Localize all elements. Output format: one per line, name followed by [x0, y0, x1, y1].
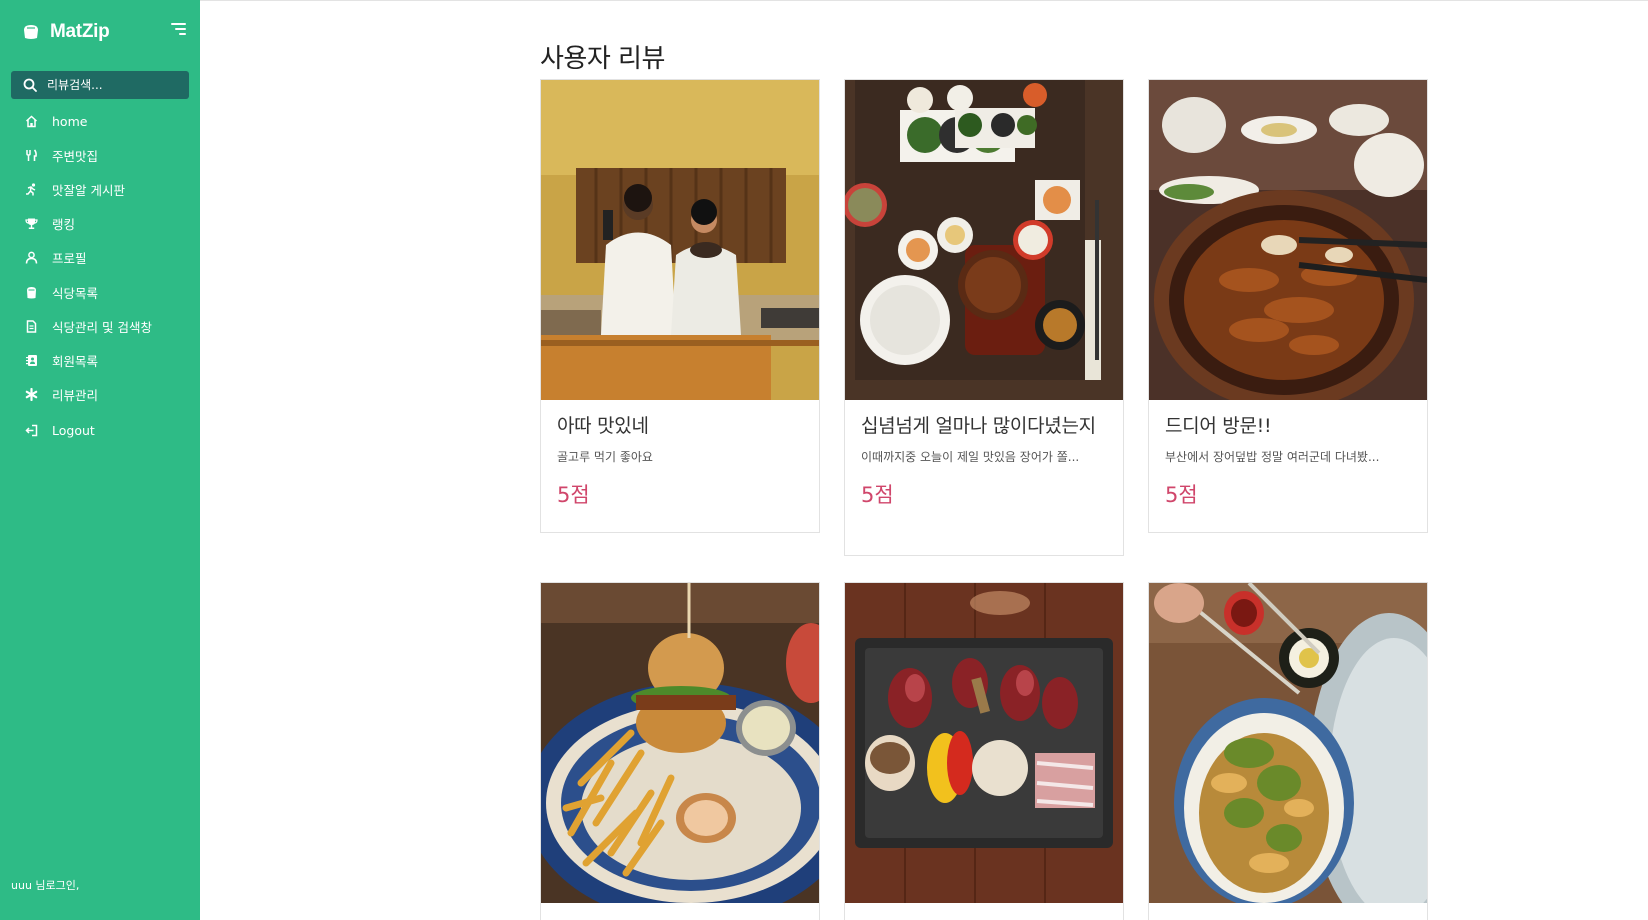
- review-card[interactable]: 드디어 방문!! 부산에서 장어덮밥 정말 여러군데 다녀봤... 5점: [1148, 79, 1428, 533]
- review-card[interactable]: 십념넘게 얼마나 많이다녔는지 이때까지중 오늘이 제일 맛있음 장어가 쫄..…: [844, 79, 1124, 556]
- review-score: 5점: [557, 483, 590, 507]
- sidebar-item-nearby[interactable]: 주변맛집: [0, 138, 200, 172]
- sidebar-item-restaurant-admin[interactable]: 식당관리 및 검색창: [0, 309, 200, 343]
- review-photo: [1149, 583, 1427, 903]
- review-score: 5점: [861, 483, 894, 507]
- address-book-icon: [24, 353, 38, 367]
- sidebar-item-label: Logout: [52, 423, 95, 439]
- sidebar-item-label: 식당관리 및 검색창: [52, 319, 152, 335]
- sidebar-item-profile[interactable]: 프로필: [0, 241, 200, 275]
- review-photo: [541, 583, 819, 903]
- review-description: 이때까지중 오늘이 제일 맛있음 장어가 쫄...: [861, 450, 1080, 464]
- sidebar-item-label: 리뷰관리: [52, 388, 99, 404]
- review-title: 드디어 방문!!: [1165, 415, 1272, 437]
- page-title: 사용자 리뷰: [540, 44, 665, 74]
- brand[interactable]: MatZip: [22, 18, 110, 46]
- search-input[interactable]: [47, 78, 177, 92]
- review-photo: [845, 80, 1123, 400]
- home-icon: [24, 114, 38, 128]
- review-card[interactable]: [540, 582, 820, 920]
- review-photo: [541, 80, 819, 400]
- sidebar-item-label: home: [52, 113, 88, 129]
- logout-icon: [24, 424, 38, 438]
- review-description: 골고루 먹기 좋아요: [557, 450, 653, 464]
- sidebar-item-members[interactable]: 회원목록: [0, 343, 200, 377]
- top-divider: [200, 0, 1648, 1]
- review-card[interactable]: [844, 582, 1124, 920]
- asterisk-icon: [24, 388, 38, 402]
- sidebar-item-ranking[interactable]: 랭킹: [0, 207, 200, 241]
- document-icon: [24, 319, 38, 333]
- sidebar-item-label: 맛잘알 게시판: [52, 182, 125, 198]
- review-description: 부산에서 장어덮밥 정말 여러군데 다녀봤...: [1165, 450, 1380, 464]
- sidebar-item-logout[interactable]: Logout: [0, 414, 200, 448]
- sidebar-item-board[interactable]: 맛잘알 게시판: [0, 172, 200, 206]
- sidebar-toggle-icon[interactable]: [171, 23, 187, 37]
- trophy-icon: [24, 217, 38, 231]
- review-body: 십념넘게 얼마나 많이다녔는지 이때까지중 오늘이 제일 맛있음 장어가 쫄..…: [845, 400, 1123, 525]
- review-title: 아따 맛있네: [557, 415, 649, 437]
- review-photo: [845, 583, 1123, 903]
- user-icon: [24, 251, 38, 265]
- sidebar-item-label: 프로필: [52, 251, 87, 267]
- sidebar-item-label: 회원목록: [52, 353, 99, 369]
- review-body: 아따 맛있네 골고루 먹기 좋아요 5점: [541, 400, 819, 525]
- app: MatZip home 주변맛집: [0, 0, 1648, 920]
- store-icon: [24, 285, 38, 299]
- sidebar-item-review-admin[interactable]: 리뷰관리: [0, 378, 200, 412]
- brand-name: MatZip: [50, 21, 110, 42]
- review-title: 십념넘게 얼마나 많이다녔는지: [861, 415, 1096, 437]
- login-greeting: uuu 님로그인,: [11, 879, 80, 892]
- sidebar: MatZip home 주변맛집: [0, 0, 200, 920]
- search-box[interactable]: [11, 71, 189, 99]
- sidebar-item-restaurants[interactable]: 식당목록: [0, 275, 200, 309]
- sidebar-item-label: 랭킹: [52, 217, 76, 233]
- brand-logo-icon: [24, 25, 38, 39]
- review-score: 5점: [1165, 483, 1198, 507]
- sidebar-item-label: 주변맛집: [52, 148, 99, 164]
- sidebar-item-label: 식당목록: [52, 285, 99, 301]
- running-icon: [24, 182, 38, 196]
- review-photo: [1149, 80, 1427, 400]
- review-body: 드디어 방문!! 부산에서 장어덮밥 정말 여러군데 다녀봤... 5점: [1149, 400, 1427, 525]
- sidebar-item-home[interactable]: home: [0, 104, 200, 138]
- utensils-icon: [24, 148, 38, 162]
- sidebar-nav: home 주변맛집 맛잘알 게시판 랭킹 프로필 식당목록 식당관리 및 검색창…: [0, 104, 200, 448]
- review-card[interactable]: [1148, 582, 1428, 920]
- review-card[interactable]: 아따 맛있네 골고루 먹기 좋아요 5점: [540, 79, 820, 533]
- search-icon: [23, 78, 37, 92]
